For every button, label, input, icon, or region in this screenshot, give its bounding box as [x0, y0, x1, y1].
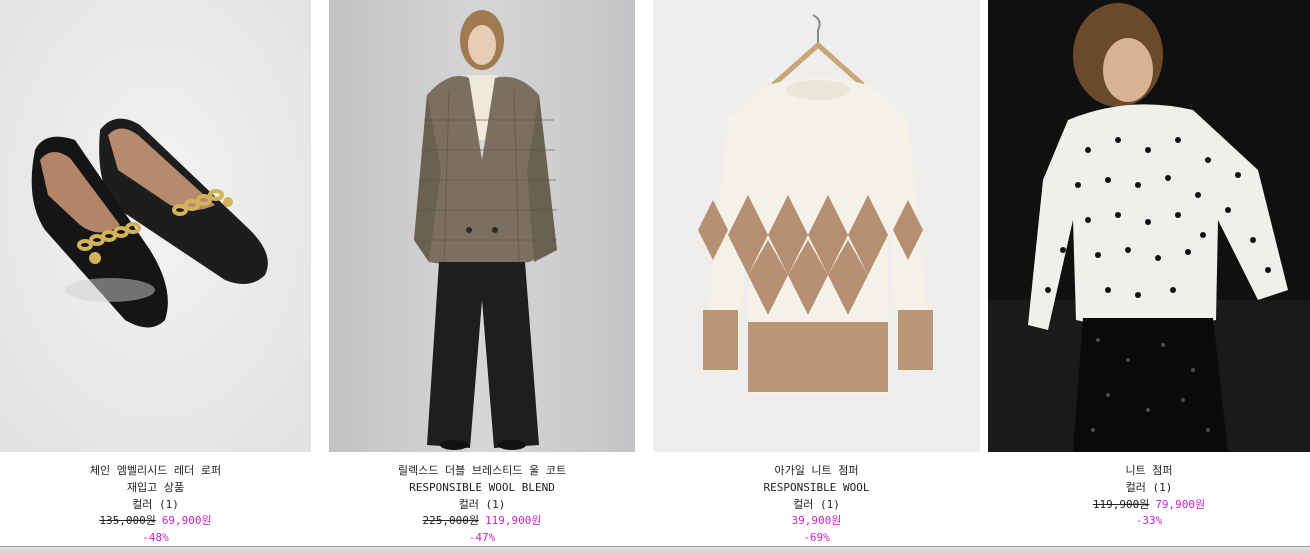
color-count: 컬러 (1) [132, 497, 179, 511]
sale-price: 119,900원 [485, 514, 542, 528]
product-image[interactable] [0, 0, 311, 452]
price-row: 135,000원 69,900원 [0, 513, 311, 530]
color-count: 컬러 (1) [458, 497, 506, 511]
product-card[interactable]: 체인 엠벨리시드 레더 로퍼 재입고 상품 컬러 (1) 135,000원 69,… [0, 0, 311, 553]
product-subtitle: RESPONSIBLE WOOL BLEND [409, 480, 555, 494]
product-image[interactable] [988, 0, 1310, 452]
product-card[interactable]: 릴렉스드 더블 브레스티드 울 코트 RESPONSIBLE WOOL BLEN… [329, 0, 635, 553]
original-price: 135,000원 [99, 514, 156, 528]
sale-price: 69,900원 [161, 514, 212, 528]
price-row: 119,900원 79,900원 [988, 497, 1310, 514]
price-row: 39,900원 [653, 513, 980, 530]
discount-badge: -47% [468, 531, 496, 545]
product-image[interactable] [653, 0, 980, 452]
product-name[interactable]: 아가일 니트 점퍼 [653, 463, 980, 480]
product-subtitle: RESPONSIBLE WOOL [763, 480, 870, 494]
product-image[interactable] [329, 0, 635, 452]
product-card[interactable]: 니트 점퍼 컬러 (1) 119,900원 79,900원 -33% [988, 0, 1310, 553]
discount-badge: -33% [1135, 514, 1163, 528]
product-card[interactable]: 아가일 니트 점퍼 RESPONSIBLE WOOL 컬러 (1) 39,900… [653, 0, 980, 553]
product-subtitle: 재입고 상품 [126, 480, 185, 494]
product-info: 니트 점퍼 컬러 (1) 119,900원 79,900원 -33% [988, 463, 1310, 530]
sale-price: 39,900원 [791, 514, 842, 528]
product-info: 릴렉스드 더블 브레스티드 울 코트 RESPONSIBLE WOOL BLEN… [329, 463, 635, 547]
product-name[interactable]: 릴렉스드 더블 브레스티드 울 코트 [329, 463, 635, 480]
original-price: 225,000원 [422, 514, 479, 528]
sale-price: 79,900원 [1155, 497, 1206, 511]
color-count: 컬러 (1) [1125, 480, 1173, 494]
discount-badge: -48% [142, 531, 169, 545]
product-info: 체인 엠벨리시드 레더 로퍼 재입고 상품 컬러 (1) 135,000원 69,… [0, 463, 311, 547]
color-count: 컬러 (1) [793, 497, 840, 511]
discount-badge: -69% [803, 531, 830, 545]
price-row: 225,000원 119,900원 [329, 513, 635, 530]
product-info: 아가일 니트 점퍼 RESPONSIBLE WOOL 컬러 (1) 39,900… [653, 463, 980, 547]
original-price: 119,900원 [1092, 497, 1150, 511]
product-grid: 체인 엠벨리시드 레더 로퍼 재입고 상품 컬러 (1) 135,000원 69,… [0, 0, 1310, 553]
product-name[interactable]: 니트 점퍼 [988, 463, 1310, 480]
product-name[interactable]: 체인 엠벨리시드 레더 로퍼 [0, 463, 311, 480]
